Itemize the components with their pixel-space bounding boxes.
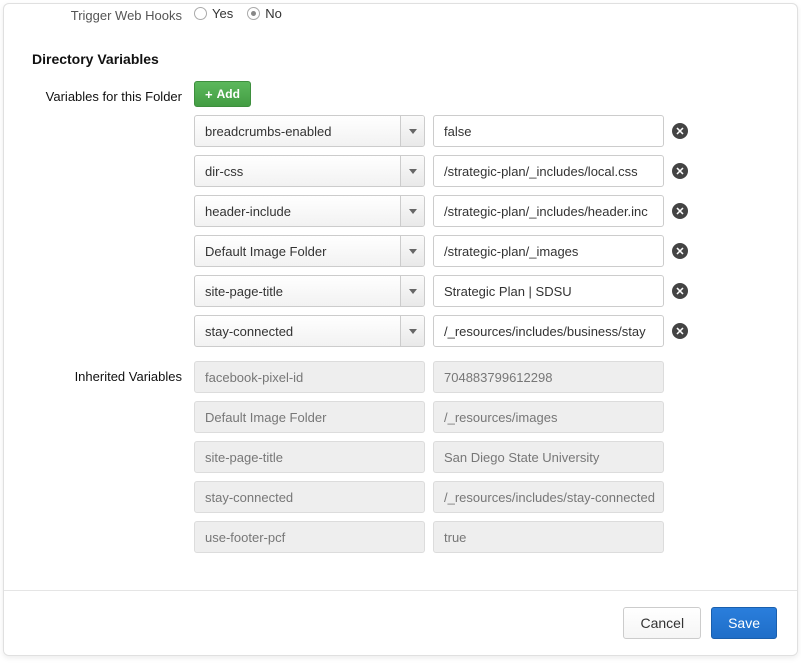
variable-name-text: Default Image Folder (195, 236, 400, 266)
inherited-variable-row: stay-connected/_resources/includes/stay-… (194, 481, 797, 513)
variable-name-select[interactable]: breadcrumbs-enabled (194, 115, 425, 147)
inherited-variable-name: site-page-title (194, 441, 425, 473)
variable-name-text: site-page-title (195, 276, 400, 306)
trigger-yes-option[interactable]: Yes (194, 6, 233, 21)
inherited-variable-name: use-footer-pcf (194, 521, 425, 553)
variable-name-select[interactable]: Default Image Folder (194, 235, 425, 267)
inherited-variable-row: Default Image Folder/_resources/images (194, 401, 797, 433)
radio-checked-icon (247, 7, 260, 20)
inherited-variable-row: site-page-titleSan Diego State Universit… (194, 441, 797, 473)
chevron-down-icon (400, 236, 424, 266)
variables-for-folder-label: Variables for this Folder (4, 81, 194, 104)
trigger-webhooks-label: Trigger Web Hooks (4, 6, 194, 23)
remove-icon[interactable]: ✕ (672, 203, 688, 219)
cancel-button[interactable]: Cancel (623, 607, 701, 639)
inherited-variable-name: facebook-pixel-id (194, 361, 425, 393)
remove-icon[interactable]: ✕ (672, 163, 688, 179)
variable-name-select[interactable]: dir-css (194, 155, 425, 187)
section-heading-directory-variables: Directory Variables (32, 51, 797, 67)
variable-name-text: dir-css (195, 156, 400, 186)
variable-name-text: stay-connected (195, 316, 400, 346)
save-button[interactable]: Save (711, 607, 777, 639)
inherited-variable-name: Default Image Folder (194, 401, 425, 433)
inherited-variable-value: San Diego State University (433, 441, 664, 473)
chevron-down-icon (400, 156, 424, 186)
chevron-down-icon (400, 116, 424, 146)
inherited-variable-row: facebook-pixel-id704883799612298 (194, 361, 797, 393)
chevron-down-icon (400, 316, 424, 346)
inherited-variable-value: true (433, 521, 664, 553)
radio-icon (194, 7, 207, 20)
inherited-variable-value: /_resources/images (433, 401, 664, 433)
add-button-label: Add (217, 87, 240, 101)
remove-icon[interactable]: ✕ (672, 283, 688, 299)
folder-variable-row: breadcrumbs-enabled ✕ (194, 115, 797, 147)
inherited-variable-name: stay-connected (194, 481, 425, 513)
inherited-variable-row: use-footer-pcftrue (194, 521, 797, 553)
plus-icon: + (205, 88, 213, 101)
dialog-footer: Cancel Save (4, 590, 797, 655)
remove-icon[interactable]: ✕ (672, 323, 688, 339)
variable-name-text: breadcrumbs-enabled (195, 116, 400, 146)
trigger-no-option[interactable]: No (247, 6, 282, 21)
remove-icon[interactable]: ✕ (672, 123, 688, 139)
variable-value-input[interactable] (433, 235, 664, 267)
inherited-variables-label: Inherited Variables (4, 361, 194, 384)
variable-value-input[interactable] (433, 195, 664, 227)
variable-name-select[interactable]: stay-connected (194, 315, 425, 347)
folder-variable-row: dir-css ✕ (194, 155, 797, 187)
inherited-variable-value: 704883799612298 (433, 361, 664, 393)
variable-name-select[interactable]: site-page-title (194, 275, 425, 307)
variable-value-input[interactable] (433, 115, 664, 147)
folder-variable-row: Default Image Folder ✕ (194, 235, 797, 267)
variable-value-input[interactable] (433, 275, 664, 307)
variable-name-text: header-include (195, 196, 400, 226)
folder-variable-row: header-include ✕ (194, 195, 797, 227)
chevron-down-icon (400, 276, 424, 306)
variable-value-input[interactable] (433, 155, 664, 187)
trigger-no-label: No (265, 6, 282, 21)
add-variable-button[interactable]: + Add (194, 81, 251, 107)
folder-variable-row: site-page-title ✕ (194, 275, 797, 307)
variable-name-select[interactable]: header-include (194, 195, 425, 227)
folder-variable-row: stay-connected ✕ (194, 315, 797, 347)
trigger-yes-label: Yes (212, 6, 233, 21)
variable-value-input[interactable] (433, 315, 664, 347)
chevron-down-icon (400, 196, 424, 226)
remove-icon[interactable]: ✕ (672, 243, 688, 259)
inherited-variable-value: /_resources/includes/stay-connected (433, 481, 664, 513)
